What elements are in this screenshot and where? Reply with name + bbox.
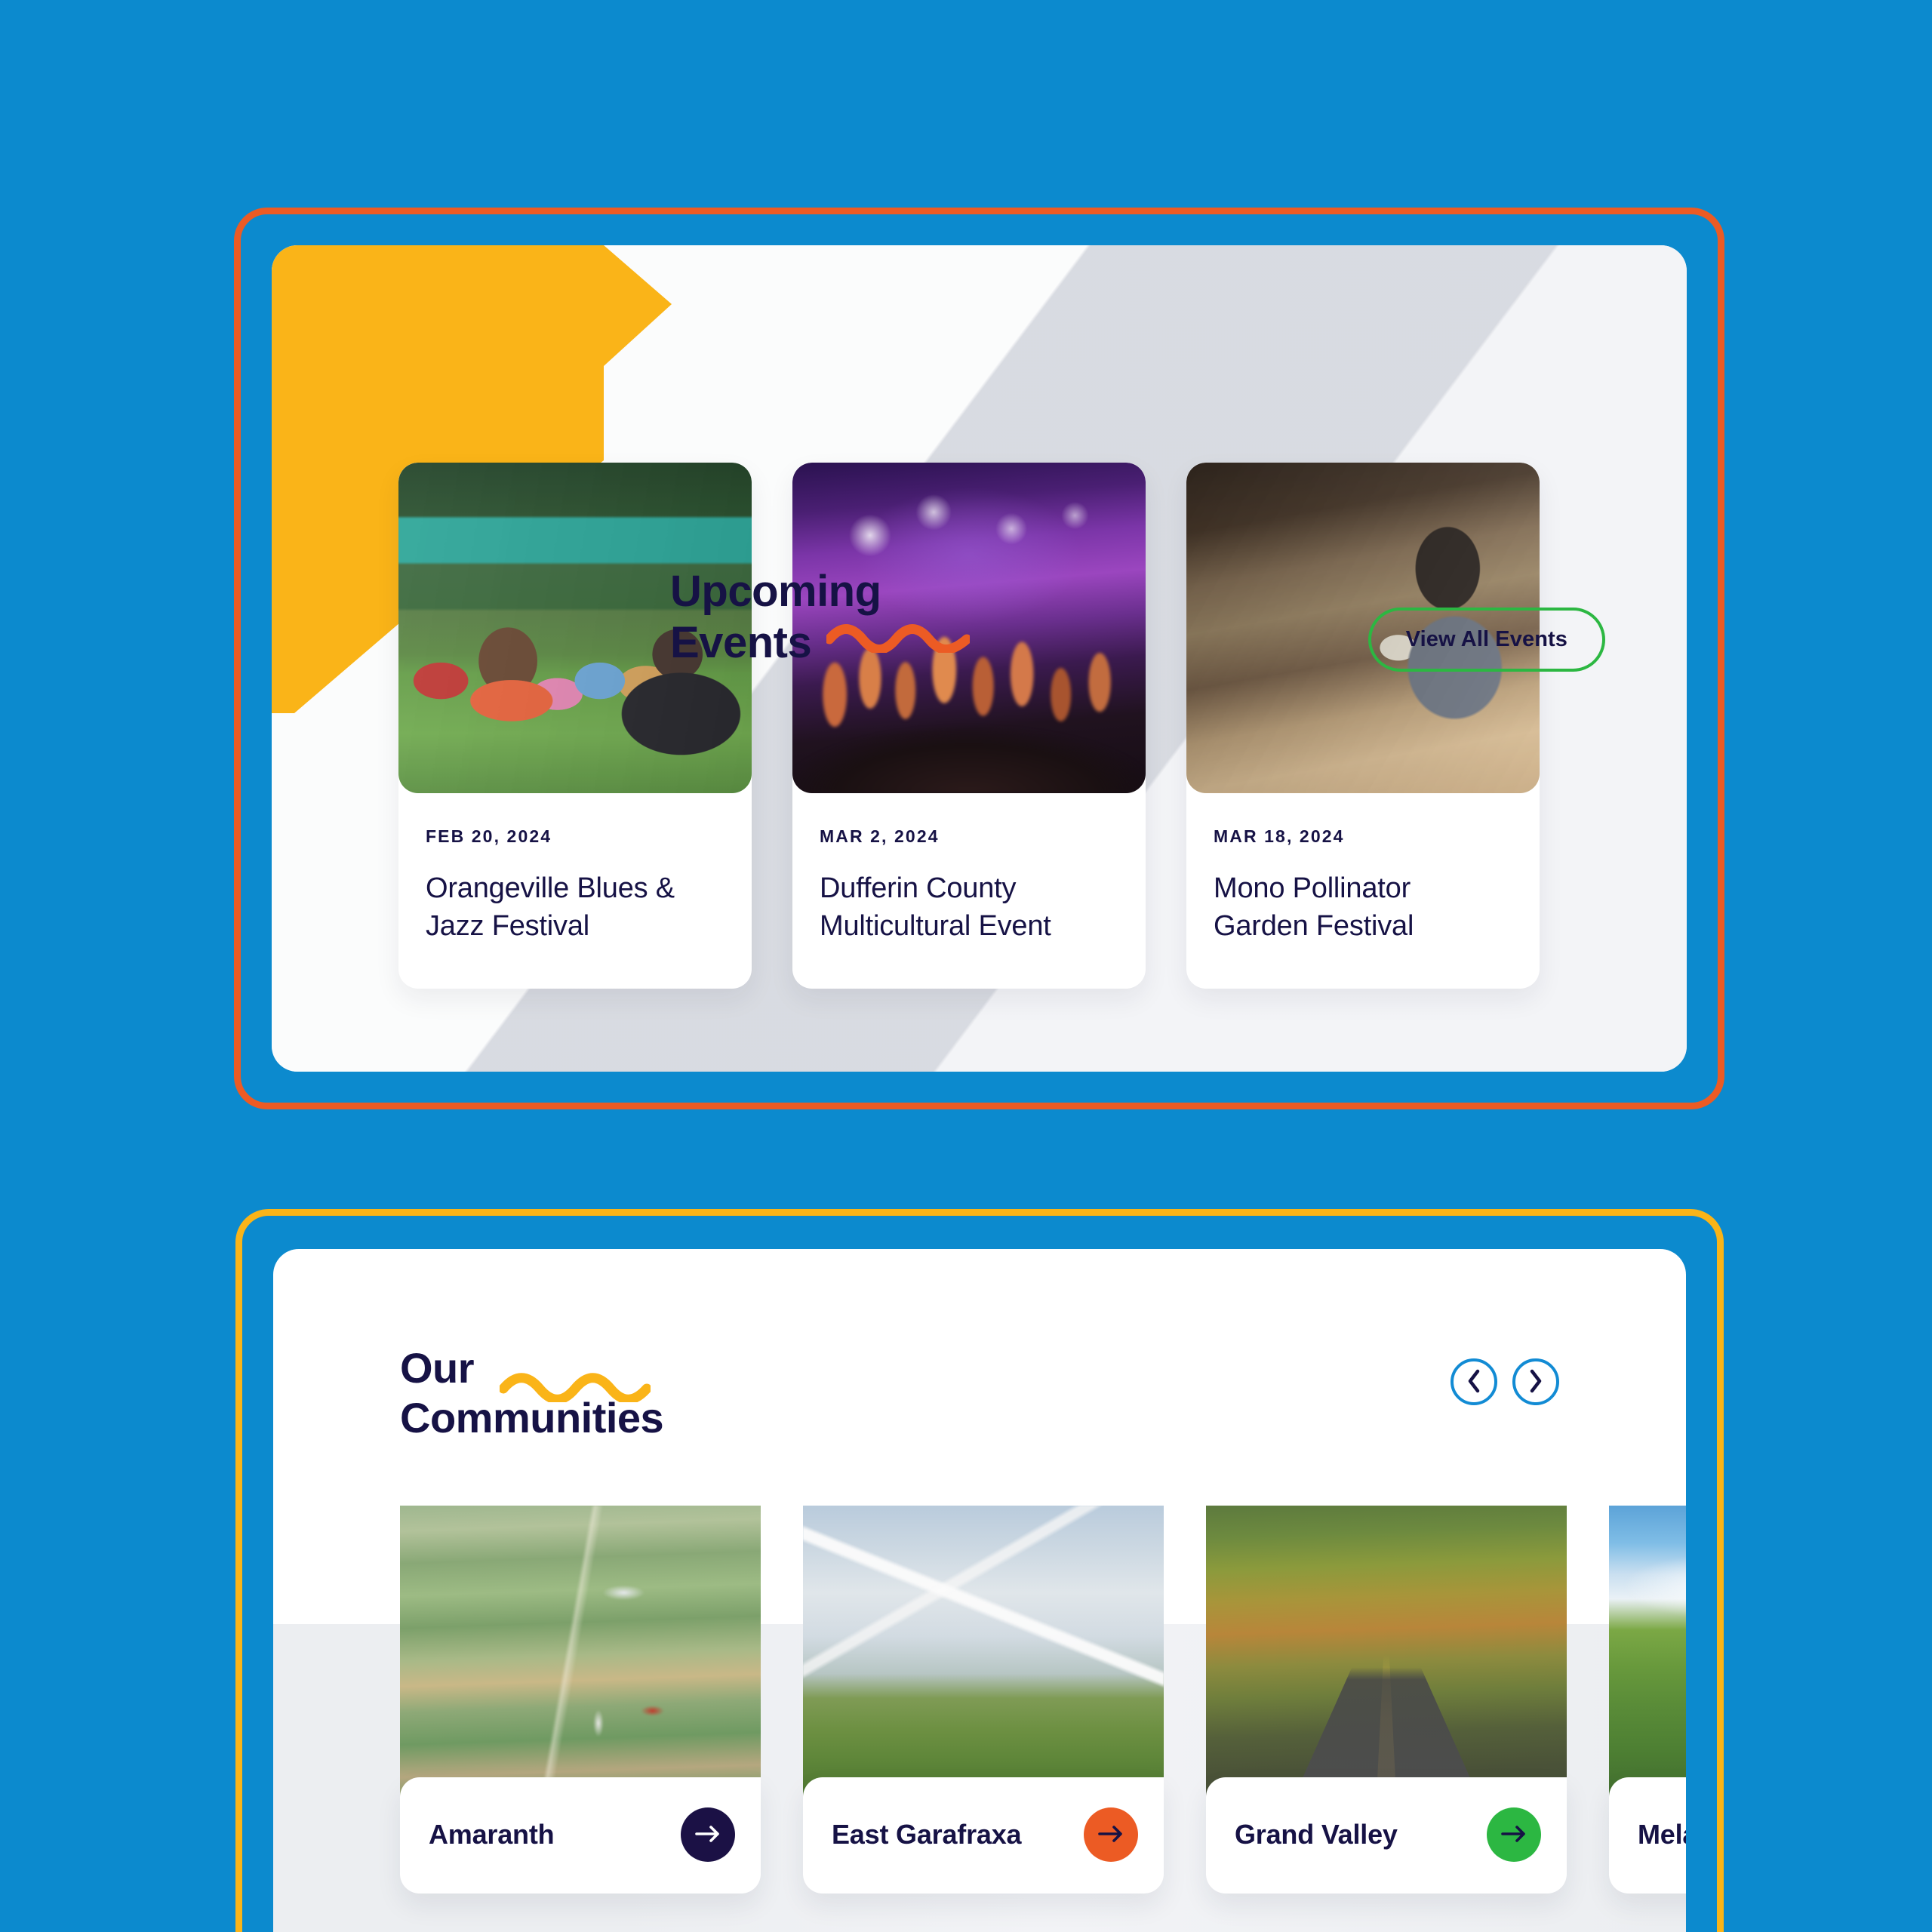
event-title-line1: Dufferin County (820, 872, 1017, 904)
carousel-prev-button[interactable] (1451, 1358, 1497, 1405)
event-title-line1: Mono Pollinator (1214, 872, 1411, 904)
event-card[interactable]: FEB 20, 2024 Orangeville Blues & Jazz Fe… (398, 463, 752, 989)
community-image (803, 1506, 1164, 1817)
event-card-body: FEB 20, 2024 Orangeville Blues & Jazz Fe… (398, 793, 752, 989)
chevron-right-icon (1527, 1368, 1544, 1396)
arrow-right-icon (1501, 1824, 1527, 1846)
community-arrow-button[interactable] (681, 1807, 735, 1862)
yellow-squiggle-icon (498, 1371, 652, 1406)
carousel-next-button[interactable] (1512, 1358, 1559, 1405)
community-name: Grand Valley (1235, 1819, 1398, 1850)
community-arrow-button[interactable] (1084, 1807, 1138, 1862)
community-image (400, 1506, 761, 1817)
community-card[interactable]: Grand Valley (1206, 1506, 1567, 1894)
community-label-bar: Grand Valley (1206, 1777, 1567, 1894)
event-title-line2: Garden Festival (1214, 910, 1414, 943)
community-card[interactable]: East Garafraxa (803, 1506, 1164, 1894)
event-date: FEB 20, 2024 (426, 826, 552, 846)
event-title-line2: Multicultural Event (820, 910, 1051, 943)
event-card[interactable]: MAR 18, 2024 Mono Pollinator Garden Fest… (1186, 463, 1540, 989)
community-image (1609, 1506, 1686, 1817)
community-label-bar: Melancthon (1609, 1777, 1686, 1894)
communities-carousel-nav (1451, 1358, 1559, 1405)
event-title-line2: Jazz Festival (426, 910, 590, 943)
community-card[interactable]: Melancthon (1609, 1506, 1686, 1894)
event-title-line1: Orangeville Blues & (426, 872, 675, 904)
communities-card-list: Amaranth East Garafraxa Grand Valley Mel (400, 1506, 1686, 1894)
arrow-right-icon (695, 1824, 721, 1846)
events-heading-line1: Upcoming (670, 567, 881, 616)
community-name: Amaranth (429, 1819, 555, 1850)
view-all-events-button[interactable]: View All Events (1367, 608, 1605, 672)
community-name: Melancthon (1638, 1819, 1686, 1850)
chevron-left-icon (1466, 1368, 1482, 1396)
community-arrow-button[interactable] (1487, 1807, 1541, 1862)
orange-squiggle-icon (824, 623, 972, 657)
events-card-list: FEB 20, 2024 Orangeville Blues & Jazz Fe… (398, 463, 1540, 989)
community-card[interactable]: Amaranth (400, 1506, 761, 1894)
event-title: Orangeville Blues & Jazz Festival (426, 869, 724, 945)
event-card[interactable]: MAR 2, 2024 Dufferin County Multicultura… (792, 463, 1146, 989)
community-image (1206, 1506, 1567, 1817)
event-date: MAR 18, 2024 (1214, 826, 1345, 846)
events-panel: Upcoming Events View All Events FEB 20, … (272, 245, 1687, 1072)
event-title: Dufferin County Multicultural Event (820, 869, 1118, 945)
community-label-bar: East Garafraxa (803, 1777, 1164, 1894)
community-label-bar: Amaranth (400, 1777, 761, 1894)
event-card-body: MAR 2, 2024 Dufferin County Multicultura… (792, 793, 1146, 989)
event-date: MAR 2, 2024 (820, 826, 940, 846)
arrow-right-icon (1098, 1824, 1124, 1846)
community-name: East Garafraxa (832, 1819, 1022, 1850)
communities-panel: Our Communities Amaranth East Garafraxa … (273, 1249, 1686, 1932)
event-card-body: MAR 18, 2024 Mono Pollinator Garden Fest… (1186, 793, 1540, 989)
event-title: Mono Pollinator Garden Festival (1214, 869, 1512, 945)
page-root: Upcoming Events View All Events FEB 20, … (0, 0, 1932, 1932)
